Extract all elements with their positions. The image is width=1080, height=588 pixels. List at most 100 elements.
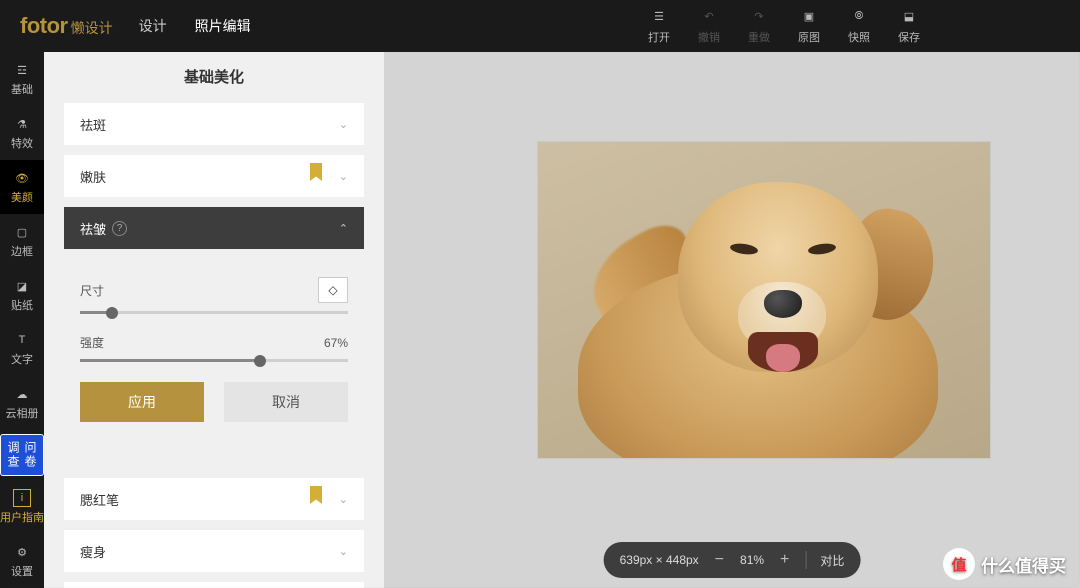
strength-value: 67%: [324, 336, 348, 350]
chevron-down-icon: ⌄: [339, 170, 348, 183]
watermark: 值 什么值得买: [943, 548, 1066, 580]
sliders-icon: ☲: [13, 61, 31, 79]
undo-label: 撤销: [698, 29, 720, 45]
acc-slim[interactable]: 瘦身 ⌄: [64, 530, 364, 572]
sidebar-item-cloud[interactable]: ☁ 云相册: [0, 376, 44, 430]
blemish-label: 祛斑: [80, 115, 106, 134]
sidebar-item-frame[interactable]: ▢ 边框: [0, 214, 44, 268]
watermark-text: 什么值得买: [981, 552, 1066, 577]
eraser-button[interactable]: ◇: [318, 277, 348, 303]
help-icon[interactable]: ?: [112, 221, 127, 236]
tab-design[interactable]: 设计: [139, 16, 167, 36]
effect-label: 特效: [11, 135, 33, 151]
top-actions: ☰ 打开 ↶ 撤销 ↷ 重做 ▣ 原图 ⦾ 快照 ⬓ 保存: [648, 8, 920, 45]
strength-label: 强度: [80, 334, 104, 351]
chevron-down-icon: ⌄: [339, 118, 348, 131]
chevron-down-icon: ⌄: [339, 493, 348, 506]
top-navbar: fotor 懒设计 设计 照片编辑 ☰ 打开 ↶ 撤销 ↷ 重做 ▣ 原图 ⦾ …: [0, 0, 1080, 52]
cloud-icon: ☁: [13, 385, 31, 403]
smooth-label: 嫩肤: [80, 167, 106, 186]
save-label: 保存: [898, 29, 920, 45]
sidebar-item-basic[interactable]: ☲ 基础: [0, 52, 44, 106]
chevron-up-icon: ⌃: [339, 222, 348, 235]
apply-button[interactable]: 应用: [80, 382, 204, 422]
eraser-icon: ◇: [328, 283, 337, 297]
sidebar-item-settings[interactable]: ⚙ 设置: [0, 534, 44, 588]
bookmark-icon: [310, 486, 322, 504]
status-bar: 639px × 448px − 81% + 对比: [604, 542, 861, 578]
frame-label: 边框: [11, 243, 33, 259]
blush-label: 腮红笔: [80, 490, 119, 509]
acc-smooth[interactable]: 嫩肤 ⌄: [64, 155, 364, 197]
left-sidebar: ☲ 基础 ⚗ 特效 👁 美颜 ▢ 边框 ◪ 贴纸 T 文字 ☁ 云相册 问卷调查…: [0, 52, 44, 588]
beauty-panel: 基础美化 祛斑 ⌄ 嫩肤 ⌄ 祛皱 ? ⌃ 尺寸 ◇: [44, 52, 384, 588]
frame-icon: ▢: [13, 223, 31, 241]
watermark-badge-icon: 值: [943, 548, 975, 580]
open-button[interactable]: ☰ 打开: [648, 8, 670, 45]
image-dimensions: 639px × 448px: [620, 553, 699, 567]
snapshot-button[interactable]: ⦾ 快照: [848, 8, 870, 45]
slider-thumb[interactable]: [106, 307, 118, 319]
settings-label: 设置: [11, 563, 33, 579]
logo-text: fotor: [20, 13, 68, 39]
logo[interactable]: fotor 懒设计: [20, 13, 113, 39]
undo-icon: ↶: [700, 8, 718, 26]
text-label: 文字: [11, 351, 33, 367]
info-icon: i: [13, 489, 31, 507]
acc-blush[interactable]: 腮红笔 ⌄: [64, 478, 364, 520]
compare-button[interactable]: 对比: [820, 552, 844, 569]
logo-suffix: 懒设计: [71, 18, 113, 38]
text-icon: T: [13, 331, 31, 349]
sidebar-item-effect[interactable]: ⚗ 特效: [0, 106, 44, 160]
size-slider[interactable]: [80, 311, 348, 314]
original-label: 原图: [798, 29, 820, 45]
top-tabs: 设计 照片编辑: [139, 16, 251, 36]
sidebar-item-sticker[interactable]: ◪ 贴纸: [0, 268, 44, 322]
original-button[interactable]: ▣ 原图: [798, 8, 820, 45]
accordion: 祛斑 ⌄ 嫩肤 ⌄ 祛皱 ? ⌃ 尺寸 ◇ 强度: [64, 103, 364, 588]
canvas-area[interactable]: 639px × 448px − 81% + 对比: [384, 52, 1080, 588]
panel-title: 基础美化: [64, 66, 364, 87]
beauty-label: 美颜: [11, 189, 33, 205]
cloud-label: 云相册: [6, 405, 39, 421]
sidebar-item-guide[interactable]: i 用户指南: [0, 480, 44, 534]
acc-blemish[interactable]: 祛斑 ⌄: [64, 103, 364, 145]
size-label: 尺寸: [80, 282, 104, 299]
chevron-down-icon: ⌄: [339, 545, 348, 558]
open-label: 打开: [648, 29, 670, 45]
wrinkle-controls: 尺寸 ◇ 强度 67% 应用 取消: [64, 259, 364, 444]
camera-icon: ⦾: [850, 8, 868, 26]
photo-content: [538, 142, 990, 458]
sidebar-item-beauty[interactable]: 👁 美颜: [0, 160, 44, 214]
slim-label: 瘦身: [80, 542, 106, 561]
zoom-in-button[interactable]: +: [778, 551, 791, 569]
undo-button[interactable]: ↶ 撤销: [698, 8, 720, 45]
sticker-icon: ◪: [13, 277, 31, 295]
eye-icon: 👁: [13, 169, 31, 187]
redo-label: 重做: [748, 29, 770, 45]
zoom-out-button[interactable]: −: [713, 551, 726, 569]
gear-icon: ⚙: [13, 543, 31, 561]
basic-label: 基础: [11, 81, 33, 97]
menu-icon: ☰: [650, 8, 668, 26]
strength-slider[interactable]: [80, 359, 348, 362]
acc-wrinkle[interactable]: 祛皱 ? ⌃: [64, 207, 364, 249]
wrinkle-label: 祛皱: [80, 219, 106, 238]
sticker-label: 贴纸: [11, 297, 33, 313]
cancel-button[interactable]: 取消: [224, 382, 348, 422]
redo-button[interactable]: ↷ 重做: [748, 8, 770, 45]
image-icon: ▣: [800, 8, 818, 26]
sidebar-item-text[interactable]: T 文字: [0, 322, 44, 376]
bookmark-icon: [310, 163, 322, 181]
redo-icon: ↷: [750, 8, 768, 26]
slider-thumb[interactable]: [254, 355, 266, 367]
survey-button[interactable]: 问卷调查: [0, 434, 44, 476]
snapshot-label: 快照: [848, 29, 870, 45]
canvas-image[interactable]: [538, 142, 990, 458]
zoom-value: 81%: [740, 553, 764, 567]
acc-reshape[interactable]: 塑形 ⌄: [64, 582, 364, 588]
flask-icon: ⚗: [13, 115, 31, 133]
save-button[interactable]: ⬓ 保存: [898, 8, 920, 45]
tab-photo-edit[interactable]: 照片编辑: [195, 16, 251, 36]
guide-label: 用户指南: [0, 509, 44, 525]
